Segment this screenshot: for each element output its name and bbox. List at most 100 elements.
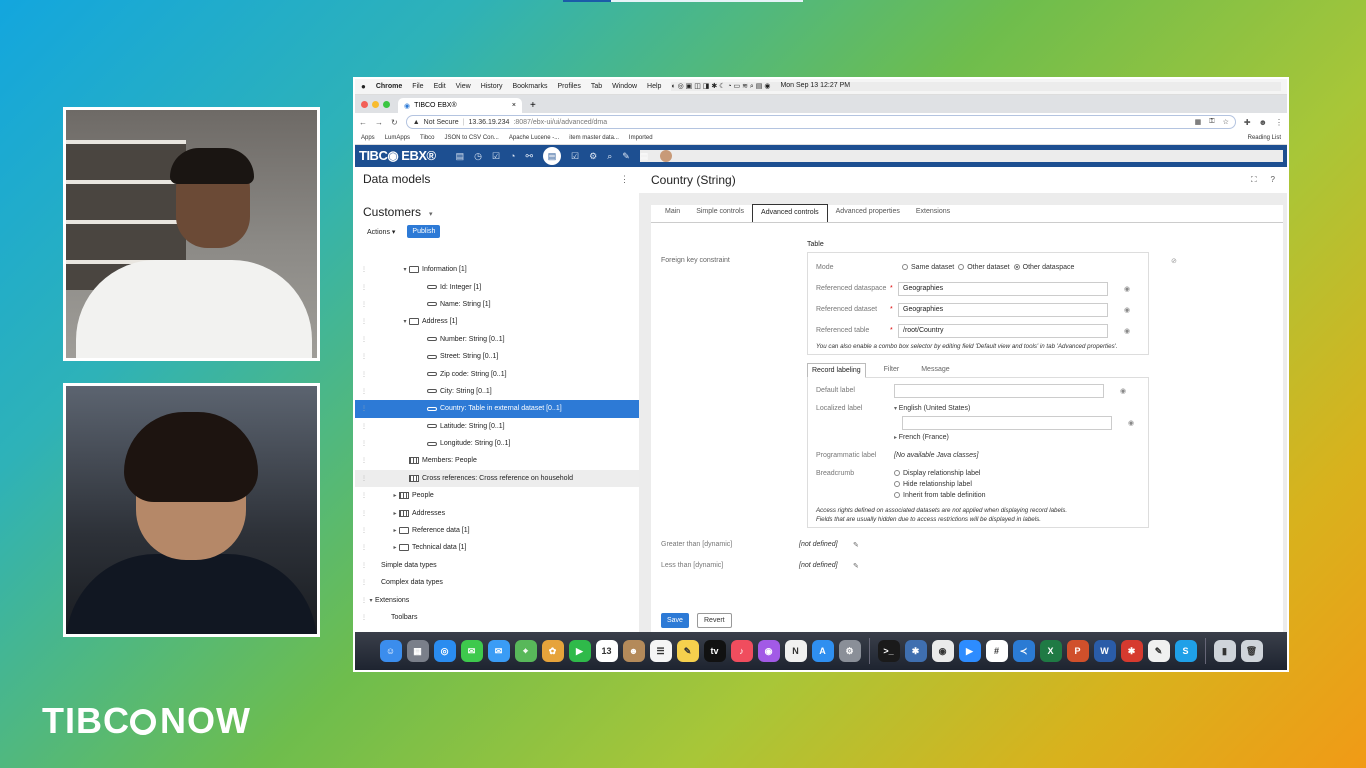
- help-icon[interactable]: ?: [1271, 175, 1275, 185]
- ref-table-input[interactable]: /root/Country: [898, 323, 1108, 338]
- document-icon[interactable]: ▤: [640, 151, 649, 162]
- fullscreen-icon[interactable]: ⛶: [1251, 175, 1257, 185]
- menu-help[interactable]: Help: [647, 83, 661, 90]
- edit-pencil-icon[interactable]: ✎: [853, 541, 859, 549]
- tree-item[interactable]: ⋮ ▾ Extensions: [355, 591, 639, 608]
- visibility-icon[interactable]: ◉: [1124, 327, 1130, 335]
- tab-simple-controls[interactable]: Simple controls: [688, 204, 752, 222]
- tasks-icon[interactable]: ☑: [492, 151, 500, 162]
- tree-item[interactable]: ⋮ ▸ Technical data [1]: [355, 539, 639, 556]
- excel-icon[interactable]: X: [1039, 640, 1062, 662]
- visibility-icon[interactable]: ◉: [1124, 306, 1130, 314]
- revert-button[interactable]: Revert: [697, 613, 732, 628]
- ref-dataspace-input[interactable]: Geographies: [898, 281, 1108, 296]
- url-input[interactable]: ▲ Not Secure | 13.36.19.234:8087/ebx-ui/…: [405, 115, 1236, 129]
- checklist-icon[interactable]: ☑: [571, 151, 579, 162]
- tree-item[interactable]: ⋮ ▸ Reference data [1]: [355, 522, 639, 539]
- tree-toggle-icon[interactable]: ▸: [391, 544, 399, 551]
- tree-toggle-icon[interactable]: ▸: [391, 492, 399, 499]
- powerpoint-icon[interactable]: P: [1066, 640, 1089, 662]
- breadcrumb-inherit[interactable]: Inherit from table definition: [894, 492, 986, 499]
- bookmark-star-icon[interactable]: ☆: [1223, 118, 1229, 126]
- mode-other-dataset[interactable]: Other dataset: [958, 264, 1010, 271]
- panel-menu-icon[interactable]: ⋮: [620, 174, 629, 185]
- tree-item[interactable]: ⋮ ▸ People: [355, 487, 639, 504]
- key-icon[interactable]: ⚿: [1209, 118, 1214, 126]
- tab-advanced-controls[interactable]: Advanced controls: [752, 204, 828, 222]
- tree-item[interactable]: ⋮ Members: People: [355, 452, 639, 469]
- tree-item[interactable]: ⋮ ▸ Addresses: [355, 504, 639, 521]
- reset-icon[interactable]: ⊘: [1171, 257, 1177, 265]
- bookmark-imported[interactable]: Imported: [629, 135, 653, 141]
- slack-icon[interactable]: #: [985, 640, 1008, 662]
- data-models-icon[interactable]: ▤: [543, 147, 562, 165]
- reminders-icon[interactable]: ☰: [649, 640, 672, 662]
- reading-list[interactable]: Reading List: [1248, 135, 1281, 141]
- user-avatar[interactable]: [660, 150, 673, 162]
- tree-item[interactable]: ⋮ Name: String [1]: [355, 296, 639, 313]
- workflow-icon[interactable]: ⚯: [525, 151, 533, 162]
- visibility-icon[interactable]: ◉: [1128, 419, 1134, 427]
- network-utility-icon[interactable]: ✱: [904, 640, 927, 662]
- safari-icon[interactable]: ◎: [433, 640, 456, 662]
- minimize-window-icon[interactable]: [372, 101, 379, 108]
- podcasts-icon[interactable]: ◉: [757, 640, 780, 662]
- tree-item[interactable]: ⋮ Zip code: String [0..1]: [355, 365, 639, 382]
- back-icon[interactable]: ←: [359, 118, 367, 127]
- tab-filter[interactable]: Filter: [880, 363, 904, 377]
- zoom-icon[interactable]: ▶: [958, 640, 981, 662]
- music-icon[interactable]: ♪: [730, 640, 753, 662]
- clock[interactable]: Mon Sep 13 12:27 PM: [780, 82, 850, 91]
- terminal-icon[interactable]: >_: [877, 640, 900, 662]
- bookmark-item-master[interactable]: item master data...: [569, 135, 619, 141]
- tv-icon[interactable]: tv: [703, 640, 726, 662]
- tab-record-labeling[interactable]: Record labeling: [807, 363, 866, 378]
- profile-icon[interactable]: ☻: [1259, 118, 1267, 127]
- visibility-icon[interactable]: ◉: [1120, 387, 1126, 395]
- mail-icon[interactable]: ✉: [487, 640, 510, 662]
- tab-message[interactable]: Message: [917, 363, 953, 377]
- close-window-icon[interactable]: [361, 101, 368, 108]
- vscode-icon[interactable]: ≺: [1012, 640, 1035, 662]
- tree-toggle-icon[interactable]: ▾: [367, 597, 375, 604]
- tools-icon[interactable]: ✎: [622, 151, 630, 162]
- bookmark-lucene[interactable]: Apache Lucene -...: [509, 135, 559, 141]
- dataset-selector[interactable]: Customers ▾: [355, 191, 639, 219]
- chrome-icon[interactable]: ◉: [931, 640, 954, 662]
- new-tab-button[interactable]: +: [530, 100, 536, 111]
- skype-icon[interactable]: S: [1174, 640, 1197, 662]
- tree-item[interactable]: ⋮ ▾ Address [1]: [355, 313, 639, 330]
- search-icon[interactable]: ⌕: [607, 151, 612, 162]
- localized-en-input[interactable]: [902, 416, 1112, 430]
- tree-toggle-icon[interactable]: ▸: [391, 527, 399, 534]
- tree-item[interactable]: ⋮ City: String [0..1]: [355, 383, 639, 400]
- lang-fr-toggle[interactable]: ▸ French (France): [894, 434, 1134, 441]
- actions-menu[interactable]: Actions ▾: [367, 228, 395, 236]
- menu-tab[interactable]: Tab: [591, 83, 602, 90]
- ref-dataset-input[interactable]: Geographies: [898, 302, 1108, 317]
- launchpad-icon[interactable]: ▦: [406, 640, 429, 662]
- bookmark-json-csv[interactable]: JSON to CSV Con...: [445, 135, 499, 141]
- close-tab-icon[interactable]: ×: [512, 102, 516, 109]
- photos-icon[interactable]: ✿: [541, 640, 564, 662]
- tab-extensions[interactable]: Extensions: [908, 204, 958, 222]
- save-button[interactable]: Save: [661, 613, 689, 628]
- history-icon[interactable]: ◷: [474, 151, 482, 162]
- tree-item[interactable]: ⋮ Number: String [0..1]: [355, 331, 639, 348]
- tree-item[interactable]: ⋮ Toolbars: [355, 609, 639, 626]
- menu-history[interactable]: History: [481, 83, 503, 90]
- downloads-icon[interactable]: ▮: [1213, 640, 1236, 662]
- database-icon[interactable]: ▤: [456, 151, 465, 162]
- qr-icon[interactable]: ▦: [1195, 118, 1202, 126]
- menu-bookmarks[interactable]: Bookmarks: [512, 83, 547, 90]
- finder-icon[interactable]: ☺: [379, 640, 402, 662]
- tree-item[interactable]: ⋮ Id: Integer [1]: [355, 278, 639, 295]
- facetime-icon[interactable]: ▶: [568, 640, 591, 662]
- apple-icon[interactable]: ●: [361, 82, 366, 91]
- tree-item[interactable]: ⋮ Simple data types: [355, 557, 639, 574]
- breadcrumb-hide[interactable]: Hide relationship label: [894, 481, 986, 488]
- script-editor-icon[interactable]: ✎: [1147, 640, 1170, 662]
- maximize-window-icon[interactable]: [383, 101, 390, 108]
- maps-icon[interactable]: ⌖: [514, 640, 537, 662]
- tree-item[interactable]: ⋮ Latitude: String [0..1]: [355, 418, 639, 435]
